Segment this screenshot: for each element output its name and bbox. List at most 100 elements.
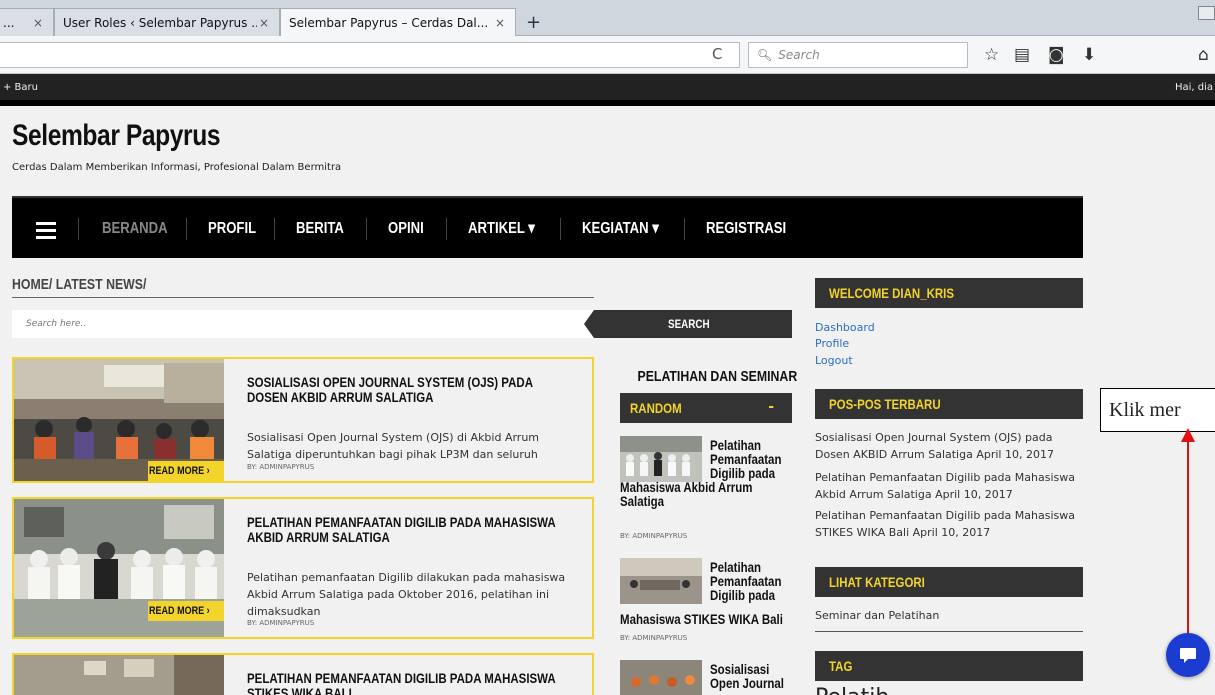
home-icon[interactable]: ⌂ — [1198, 45, 1209, 65]
nav-separator — [186, 218, 187, 240]
welcome-title: WELCOME DIAN_KRIS — [829, 285, 955, 301]
category-item[interactable]: Seminar dan Pelatihan — [815, 607, 1083, 624]
article-card[interactable]: PELATIHAN PEMANFAATAN DIGILIB PADA MAHAS… — [12, 653, 594, 695]
category-widget-header: LIHAT KATEGORI — [815, 567, 1083, 597]
random-post[interactable]: Pelatihan Pemanfaatan Digilib pada Mahas… — [620, 558, 792, 648]
tab-label: Selembar Papyrus – Cerdas Dal... — [289, 16, 489, 30]
category-heading-text: PELATIHAN DAN SEMINAR — [637, 368, 798, 385]
category-title: LIHAT KATEGORI — [829, 574, 925, 590]
random-post-title-text: Mahasiswa Akbid Arrum Salatiga — [620, 479, 753, 509]
browser-search-input[interactable]: 🔍︎ Search — [748, 42, 968, 68]
download-icon[interactable]: ⬇ — [1082, 45, 1096, 65]
article-card[interactable]: READ MORE › PELATIHAN PEMANFAATAN DIGILI… — [12, 497, 594, 639]
read-more-button[interactable]: READ MORE › — [148, 461, 224, 481]
nav-item-registrasi[interactable]: REGISTRASI — [706, 218, 804, 238]
random-widget-header[interactable]: RANDOM - — [620, 393, 792, 423]
read-more-label: READ MORE › — [149, 465, 210, 477]
chat-bubble-icon — [1180, 648, 1196, 663]
article-title[interactable]: PELATIHAN PEMANFAATAN DIGILIB PADA MAHAS… — [247, 515, 577, 546]
tag-title: TAG — [829, 658, 853, 674]
article-title[interactable]: SOSIALISASI OPEN JOURNAL SYSTEM (OJS) PA… — [247, 375, 577, 406]
nav-item-berita[interactable]: BERITA — [296, 218, 354, 238]
bookmark-star-icon[interactable]: ☆ — [984, 45, 999, 65]
site-search-button[interactable]: SEARCH — [584, 310, 792, 338]
random-post[interactable]: Sosialisasi Open Journal — [620, 660, 792, 695]
search-placeholder: Search — [778, 48, 820, 62]
nav-separator — [684, 218, 685, 240]
random-label: RANDOM — [630, 400, 682, 416]
url-field[interactable] — [0, 42, 740, 68]
hamburger-menu-icon[interactable] — [36, 222, 56, 243]
nav-label: KEGIATAN ▾ — [582, 220, 659, 237]
article-title-text: PELATIHAN PEMANFAATAN DIGILIB PADA MAHAS… — [247, 670, 556, 695]
collapse-toggle[interactable]: - — [768, 399, 774, 415]
sidebar-divider — [815, 631, 1083, 632]
random-post-title-cont[interactable]: Mahasiswa Akbid Arrum Salatiga — [620, 480, 800, 509]
nav-label: BERANDA — [102, 220, 168, 237]
nav-label: REGISTRASI — [706, 220, 787, 237]
close-icon[interactable]: × — [493, 16, 507, 30]
chat-button[interactable] — [1166, 633, 1210, 677]
article-title-text: SOSIALISASI OPEN JOURNAL SYSTEM (OJS) PA… — [247, 374, 533, 405]
tab-label: User Roles ‹ Selembar Papyrus ... — [63, 15, 257, 30]
article-title[interactable]: PELATIHAN PEMANFAATAN DIGILIB PADA MAHAS… — [247, 671, 577, 695]
site-search-input[interactable] — [12, 310, 594, 338]
close-icon[interactable]: × — [257, 16, 271, 30]
recent-post-item[interactable]: Pelatihan Pemanfaatan Digilib pada Mahas… — [815, 469, 1083, 503]
recent-post-item[interactable]: Pelatihan Pemanfaatan Digilib pada Mahas… — [815, 507, 1083, 541]
article-title-text: PELATIHAN PEMANFAATAN DIGILIB PADA MAHAS… — [247, 514, 556, 545]
site-tagline: Cerdas Dalam Memberikan Informasi, Profe… — [12, 162, 342, 173]
browser-tab-1[interactable]: ... × — [0, 8, 54, 36]
profile-link[interactable]: Profile — [815, 337, 849, 350]
reload-icon[interactable]: C — [712, 45, 722, 63]
window-button[interactable] — [1198, 6, 1215, 20]
site-title[interactable]: Selembar Papyrus — [12, 118, 266, 153]
read-more-button[interactable]: READ MORE › — [148, 601, 224, 621]
random-post-byline: BY: ADMINPAPYRUS — [620, 634, 688, 642]
dashboard-link[interactable]: Dashboard — [815, 321, 875, 334]
nav-item-opini[interactable]: OPINI — [388, 218, 432, 238]
article-thumbnail[interactable] — [14, 655, 224, 695]
category-heading[interactable]: PELATIHAN DAN SEMINAR — [620, 367, 798, 385]
random-post-title[interactable]: Pelatihan Pemanfaatan Digilib pada — [710, 438, 792, 481]
nav-item-beranda[interactable]: BERANDA — [102, 218, 182, 238]
admin-greeting[interactable]: Hai, dia — [1175, 82, 1213, 93]
article-byline: BY: ADMINPAPYRUS — [247, 463, 315, 471]
nav-label: PROFIL — [208, 220, 257, 237]
nav-label: ARTIKEL ▾ — [468, 220, 535, 237]
admin-bar-underline — [0, 100, 1215, 106]
nav-separator — [78, 218, 79, 240]
read-more-label: READ MORE › — [149, 605, 210, 617]
random-post-thumbnail[interactable] — [620, 660, 702, 695]
close-icon[interactable]: × — [31, 16, 45, 30]
nav-item-artikel[interactable]: ARTIKEL ▾ — [468, 218, 550, 238]
random-post-title-text: Mahasiswa STIKES WIKA Bali — [620, 611, 783, 627]
nav-separator — [446, 218, 447, 240]
browser-tab-3[interactable]: Selembar Papyrus – Cerdas Dal... × — [280, 8, 516, 37]
reading-list-icon[interactable]: ▤ — [1014, 45, 1030, 65]
browser-nav-bar: C 🔍︎ Search ☆ ▤ ◙ ⬇ ⌂ — [0, 36, 1215, 74]
recent-post-item[interactable]: Sosialisasi Open Journal System (OJS) pa… — [815, 429, 1083, 463]
logout-link[interactable]: Logout — [815, 354, 853, 367]
breadcrumb[interactable]: HOME/ LATEST NEWS/ — [12, 275, 176, 293]
article-excerpt: Sosialisasi Open Journal System (OJS) di… — [247, 431, 540, 461]
admin-new-link[interactable]: + Baru — [3, 82, 38, 93]
browser-tab-2[interactable]: User Roles ‹ Selembar Papyrus ... × — [54, 8, 280, 36]
recent-posts-widget-header: POS-POS TERBARU — [815, 389, 1083, 419]
pocket-icon[interactable]: ◙ — [1048, 45, 1065, 65]
welcome-widget-header: WELCOME DIAN_KRIS — [815, 278, 1083, 308]
random-post[interactable]: Pelatihan Pemanfaatan Digilib pada Mahas… — [620, 436, 792, 546]
new-tab-button[interactable]: + — [526, 12, 541, 33]
random-post-title[interactable]: Pelatihan Pemanfaatan Digilib pada — [710, 560, 792, 603]
random-post-title[interactable]: Sosialisasi Open Journal — [710, 662, 792, 691]
tag-cloud-item[interactable]: Pelatih — [815, 685, 889, 695]
random-post-title-cont[interactable]: Mahasiswa STIKES WIKA Bali — [620, 612, 800, 627]
nav-item-kegiatan[interactable]: KEGIATAN ▾ — [582, 218, 676, 238]
main-navigation: BERANDA PROFIL BERITA OPINI ARTIKEL ▾ KE… — [12, 196, 1083, 258]
random-post-thumbnail[interactable] — [620, 558, 702, 604]
random-post-thumbnail[interactable] — [620, 436, 702, 482]
nav-item-profil[interactable]: PROFIL — [208, 218, 267, 238]
article-excerpt: Pelatihan pemanfaatan Digilib dilakukan … — [247, 571, 566, 618]
nav-label: BERITA — [296, 220, 344, 237]
article-card[interactable]: READ MORE › SOSIALISASI OPEN JOURNAL SYS… — [12, 357, 594, 483]
